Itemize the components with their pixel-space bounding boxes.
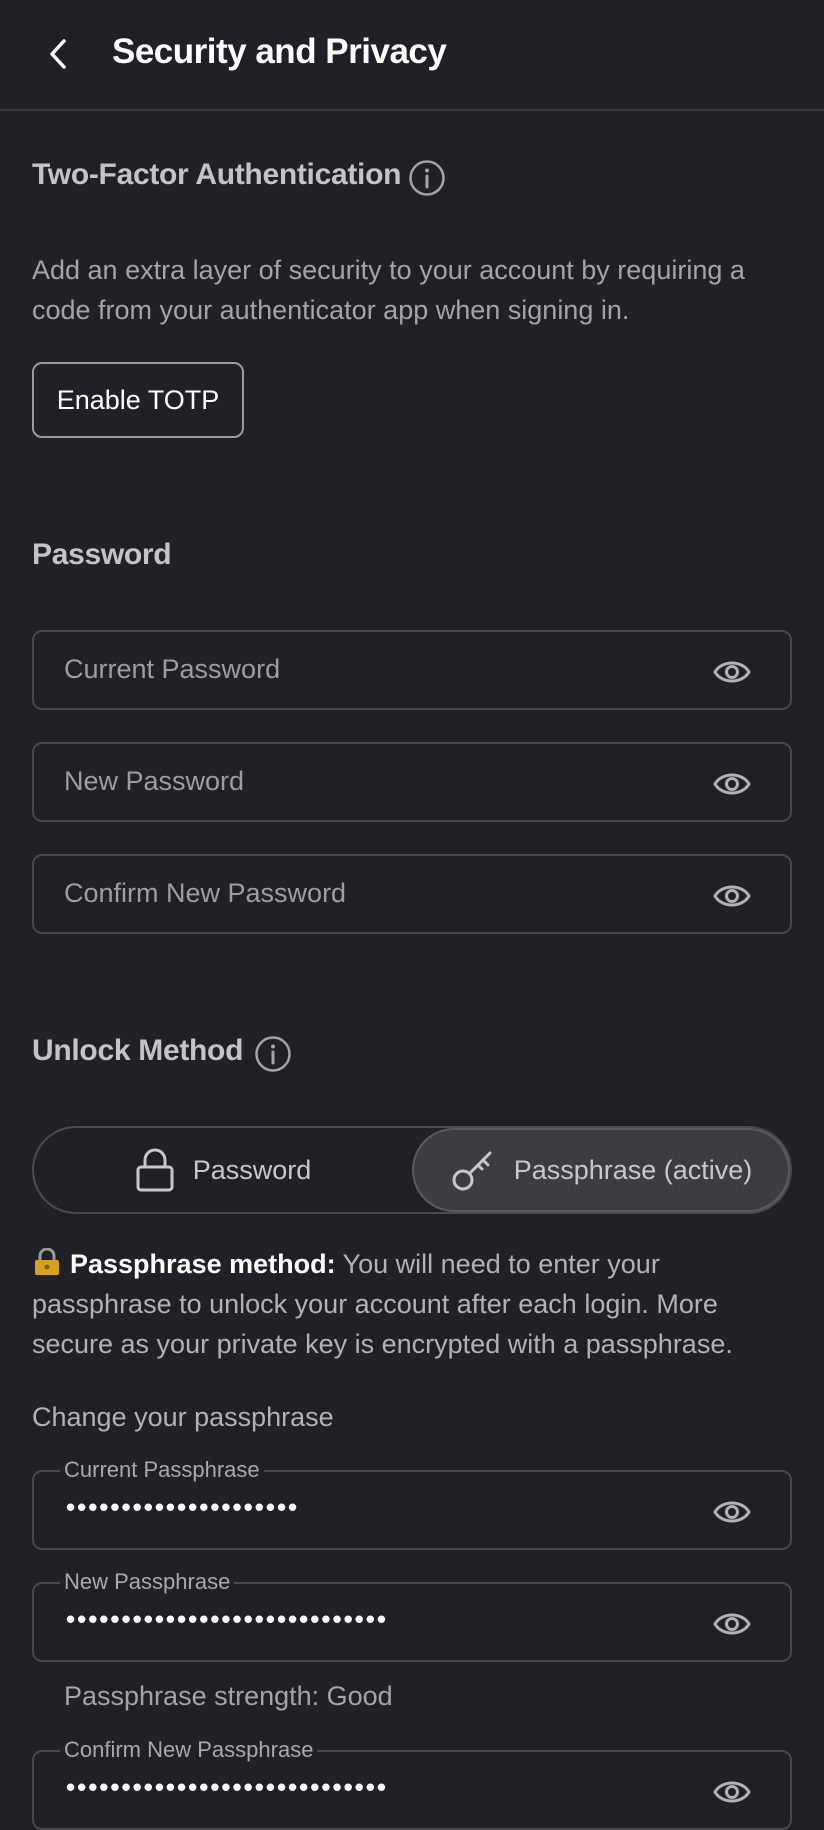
eye-icon[interactable]	[712, 654, 752, 690]
passphrase-strength: Passphrase strength: Good	[64, 1681, 393, 1711]
unlock-option-passphrase[interactable]: Passphrase (active)	[412, 1128, 790, 1212]
passphrase-method-note: Passphrase method: You will need to ente…	[32, 1244, 802, 1364]
key-icon	[452, 1151, 492, 1191]
app-header: Security and Privacy	[0, 0, 824, 111]
new-password-field[interactable]: New Password	[32, 742, 792, 822]
back-button[interactable]	[38, 34, 78, 74]
new-password-placeholder: New Password	[64, 766, 245, 796]
current-passphrase-field[interactable]: Current Passphrase •••••••••••••••••••••	[32, 1455, 792, 1550]
unlock-option-password-label: Password	[192, 1154, 312, 1185]
unlock-option-password[interactable]: Password	[34, 1128, 412, 1212]
passphrase-method-label: Passphrase method:	[70, 1249, 336, 1279]
info-icon[interactable]	[254, 1035, 292, 1073]
eye-icon[interactable]	[712, 1774, 752, 1810]
new-passphrase-label: New Passphrase	[60, 1567, 235, 1597]
new-passphrase-value: •••••••••••••••••••••••••••••	[66, 1604, 388, 1634]
lock-key-icon	[35, 1248, 59, 1275]
security-privacy-page: Security and Privacy Two-Factor Authenti…	[0, 0, 824, 1830]
change-passphrase-subtitle: Change your passphrase	[32, 1402, 334, 1432]
password-section-title: Password	[32, 538, 172, 571]
lock-icon	[136, 1148, 174, 1192]
unlock-method-title: Unlock Method	[32, 1034, 244, 1067]
confirm-password-placeholder: Confirm New Password	[64, 878, 347, 908]
chevron-left-icon	[50, 39, 66, 69]
confirm-password-field[interactable]: Confirm New Password	[32, 854, 792, 934]
eye-icon[interactable]	[712, 1606, 752, 1642]
new-passphrase-field[interactable]: New Passphrase •••••••••••••••••••••••••…	[32, 1567, 792, 1662]
confirm-passphrase-value: •••••••••••••••••••••••••••••	[66, 1772, 388, 1802]
two-factor-title: Two-Factor Authentication	[32, 158, 402, 191]
eye-icon[interactable]	[712, 766, 752, 802]
two-factor-description: Add an extra layer of security to your a…	[32, 255, 745, 325]
current-passphrase-value: •••••••••••••••••••••	[66, 1492, 300, 1522]
info-icon[interactable]	[408, 159, 446, 197]
confirm-passphrase-label: Confirm New Passphrase	[60, 1735, 318, 1765]
current-passphrase-label: Current Passphrase	[60, 1455, 264, 1485]
page-title: Security and Privacy	[112, 32, 447, 71]
unlock-method-toggle: Password Passphrase (active)	[32, 1126, 792, 1214]
unlock-option-passphrase-label: Passphrase (active)	[513, 1154, 753, 1185]
current-password-placeholder: Current Password	[64, 654, 281, 684]
eye-icon[interactable]	[712, 1494, 752, 1530]
enable-totp-button[interactable]: Enable TOTP	[32, 362, 244, 438]
current-password-field[interactable]: Current Password	[32, 630, 792, 710]
eye-icon[interactable]	[712, 878, 752, 914]
confirm-passphrase-field[interactable]: Confirm New Passphrase •••••••••••••••••…	[32, 1735, 792, 1830]
